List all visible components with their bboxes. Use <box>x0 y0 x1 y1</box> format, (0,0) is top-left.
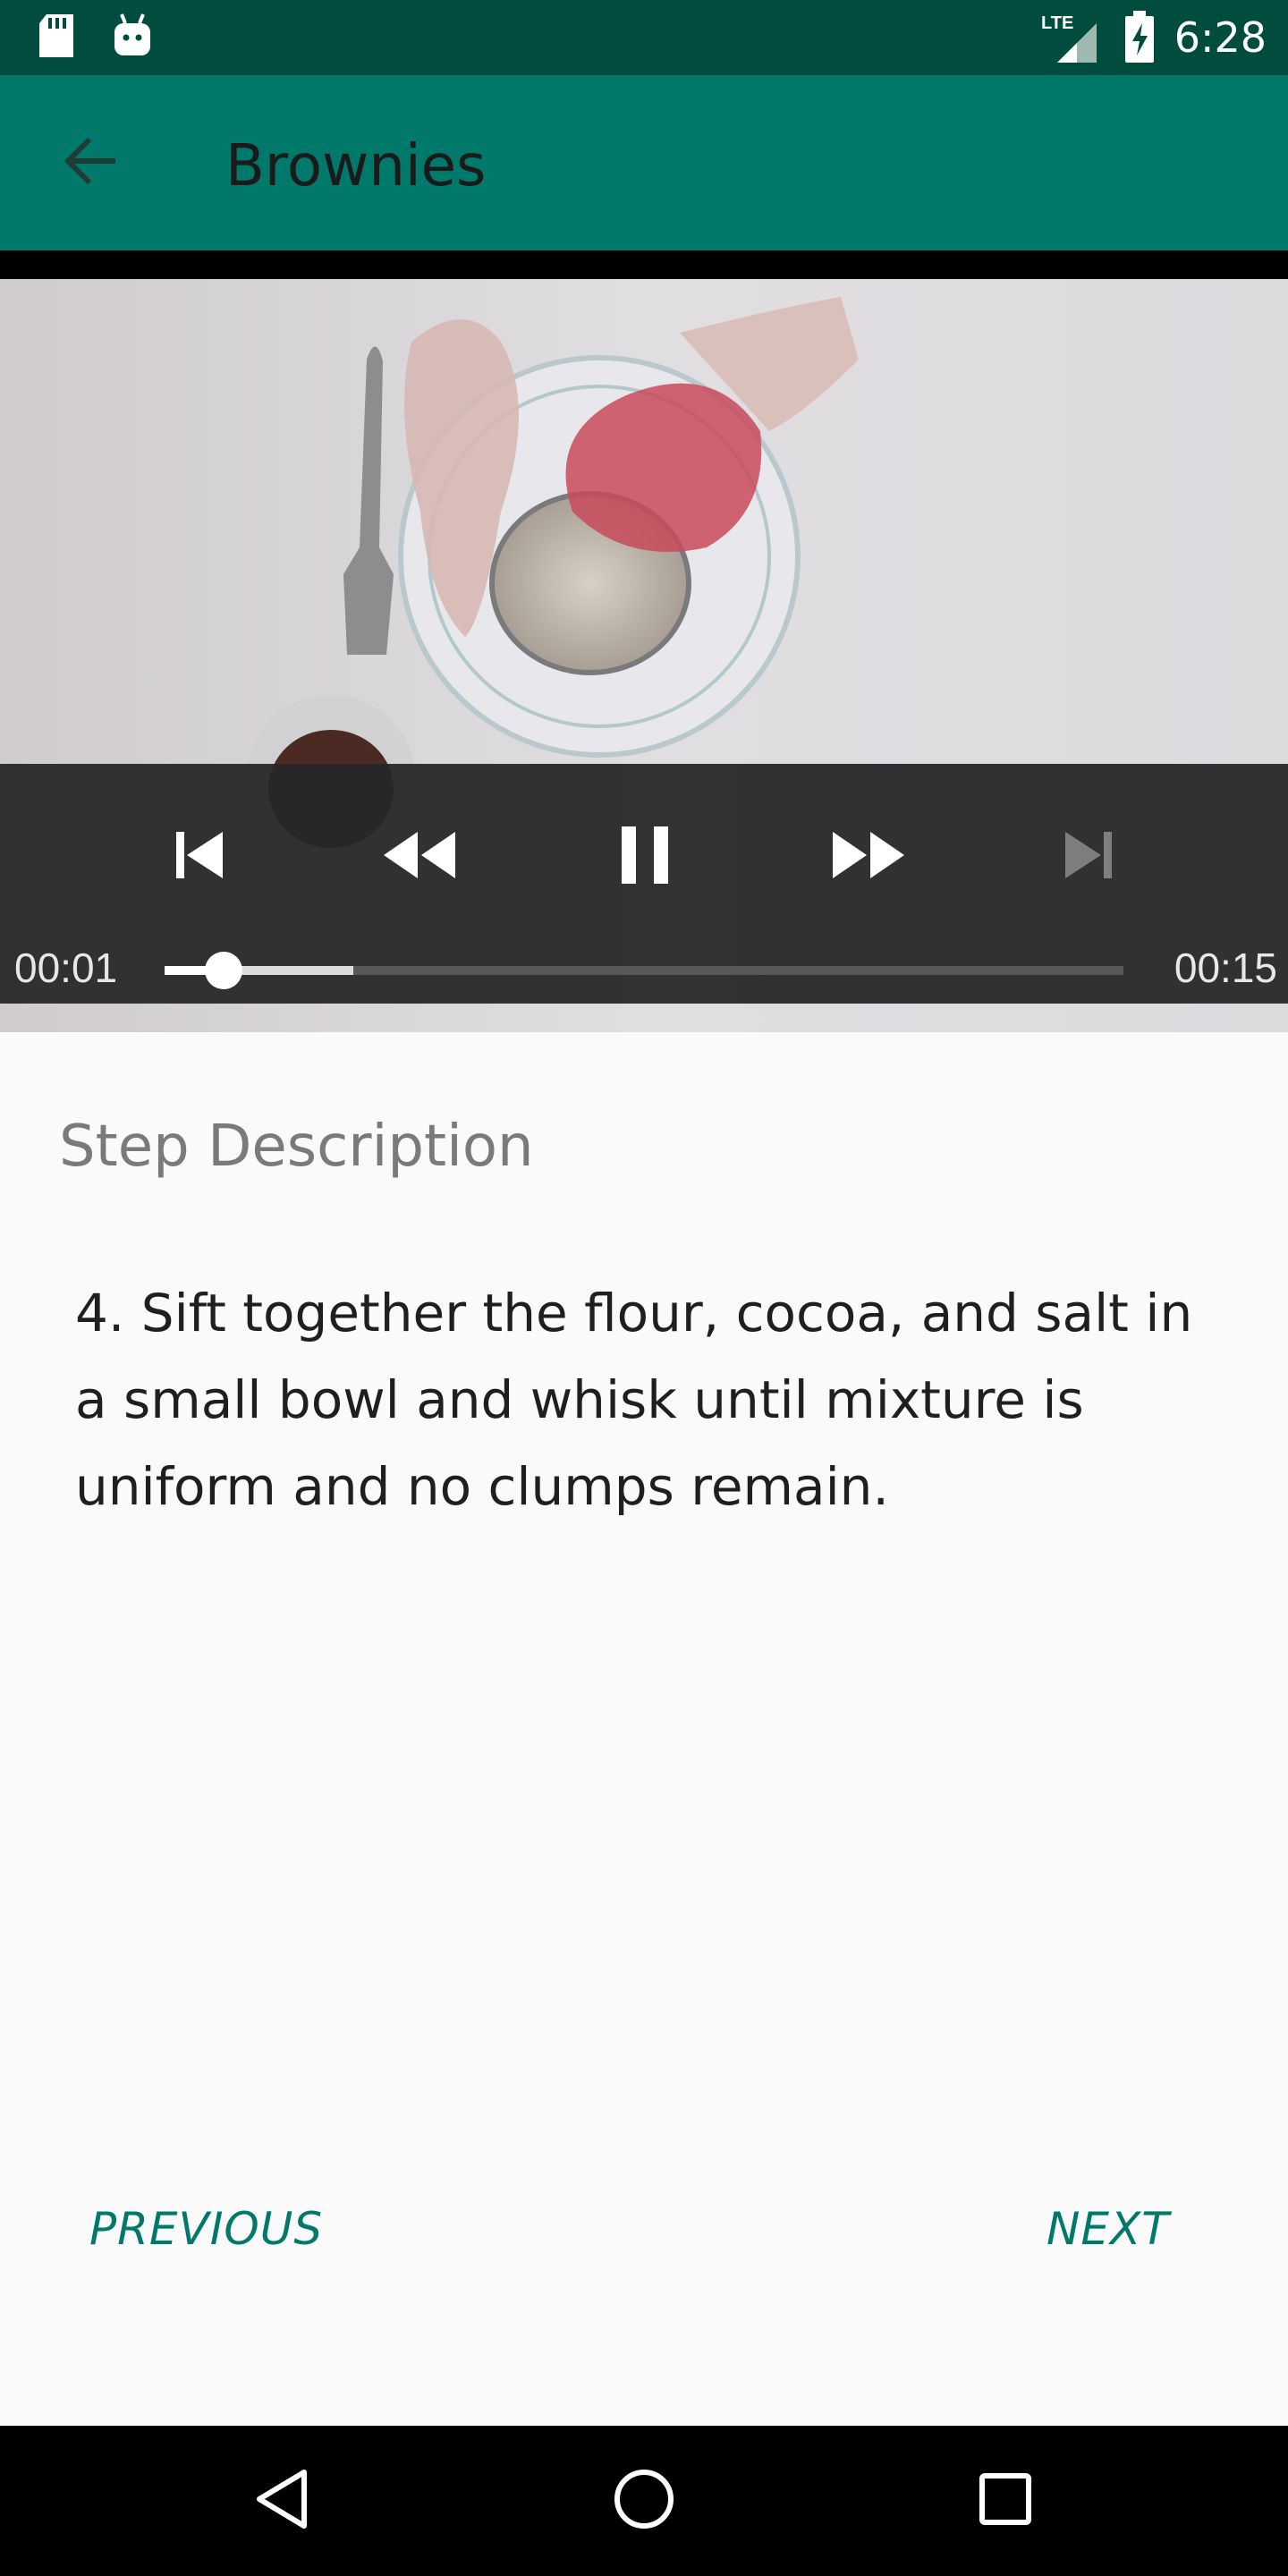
video-player[interactable]: 00:01 00:15 <box>0 250 1288 1032</box>
android-icon <box>111 13 154 63</box>
sd-card-icon <box>36 13 77 63</box>
pause-button[interactable] <box>596 814 694 900</box>
arrow-back-icon <box>61 136 118 190</box>
previous-button[interactable]: PREVIOUS <box>89 2193 323 2265</box>
next-button[interactable]: NEXT <box>1046 2193 1170 2265</box>
network-label: LTE <box>1041 13 1073 33</box>
system-recents-button[interactable] <box>961 2456 1050 2546</box>
step-description-text: 4. Sift together the flour, cocoa, and s… <box>75 1283 1193 1517</box>
page-title: Brownies <box>225 133 487 199</box>
seek-thumb[interactable] <box>205 952 243 989</box>
pause-icon <box>616 825 674 889</box>
seek-bar[interactable] <box>165 952 1123 989</box>
status-time: 6:28 <box>1174 13 1267 62</box>
lte-signal-icon: LTE <box>1041 11 1098 66</box>
fast-forward-button[interactable] <box>819 814 918 900</box>
app-bar: Brownies <box>0 75 1288 250</box>
system-home-button[interactable] <box>599 2456 689 2546</box>
status-bar: LTE 6:28 <box>0 0 1288 75</box>
back-button[interactable] <box>45 127 134 199</box>
recents-square-icon <box>979 2472 1032 2529</box>
back-triangle-icon <box>254 2469 311 2533</box>
rewind-button[interactable] <box>370 814 469 900</box>
duration-time: 00:15 <box>1174 945 1277 991</box>
system-navigation-bar <box>0 2426 1288 2576</box>
rewind-icon <box>380 826 459 887</box>
home-circle-icon <box>613 2468 675 2534</box>
skip-previous-icon <box>171 826 228 887</box>
fast-forward-icon <box>829 826 908 887</box>
step-description-label: Step Description <box>59 1114 534 1180</box>
current-time: 00:01 <box>14 945 118 991</box>
skip-previous-button[interactable] <box>150 814 249 900</box>
player-controls: 00:01 00:15 <box>0 764 1288 1004</box>
skip-next-icon <box>1060 826 1117 887</box>
battery-charging-icon <box>1123 11 1156 68</box>
skip-next-button[interactable] <box>1039 814 1138 900</box>
system-back-button[interactable] <box>238 2456 327 2546</box>
